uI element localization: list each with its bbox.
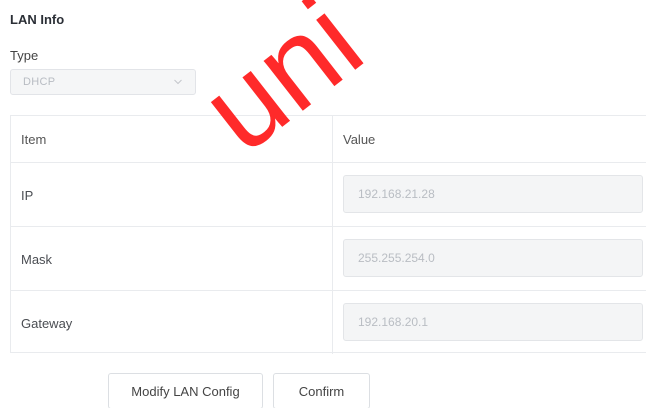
modify-lan-config-button[interactable]: Modify LAN Config (108, 373, 263, 408)
chevron-down-icon (174, 79, 182, 85)
type-label: Type (10, 48, 39, 63)
confirm-button[interactable]: Confirm (273, 373, 370, 408)
table-header-row: Item Value (11, 116, 646, 163)
type-select[interactable]: DHCP (10, 69, 196, 95)
column-header-value: Value (343, 132, 376, 147)
table-row-mask: Mask (11, 227, 646, 291)
row-label-ip: IP (21, 188, 34, 203)
column-header-item: Item (21, 132, 47, 147)
section-title: LAN Info (10, 12, 65, 27)
ip-field[interactable] (343, 175, 643, 213)
table-row-gateway: Gateway (11, 291, 646, 354)
lan-info-table: Item Value IP Mask Gateway (10, 115, 646, 354)
mask-field[interactable] (343, 239, 643, 277)
table-row-ip: IP (11, 163, 646, 227)
row-label-mask: Mask (21, 252, 53, 267)
lan-info-panel: LAN Info Type DHCP Item Value IP Mask Ga… (0, 0, 646, 408)
type-select-value: DHCP (23, 76, 56, 88)
gateway-field[interactable] (343, 303, 643, 341)
row-label-gateway: Gateway (21, 316, 73, 331)
